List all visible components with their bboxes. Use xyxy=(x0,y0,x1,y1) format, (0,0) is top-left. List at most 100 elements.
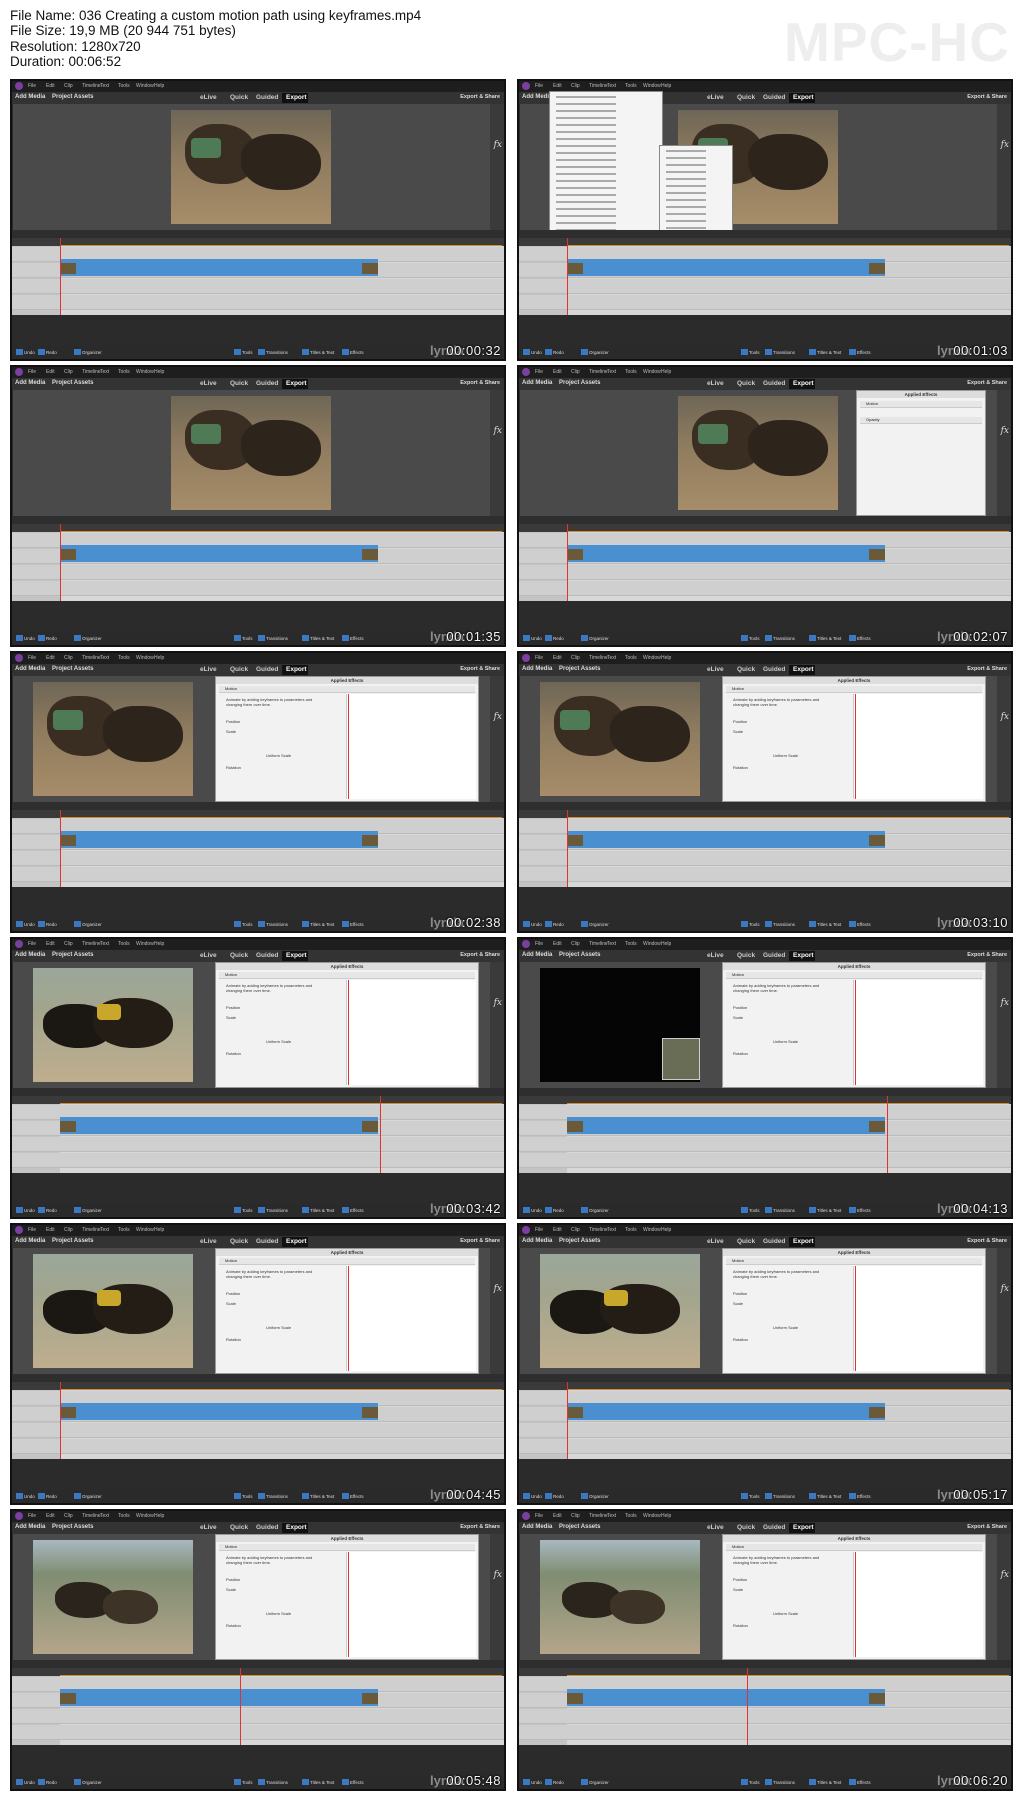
timeline-playhead[interactable] xyxy=(567,1382,568,1459)
video-clip[interactable] xyxy=(60,545,378,562)
status-redo[interactable]: Redo xyxy=(553,922,564,927)
timeline-controls[interactable] xyxy=(519,1374,1011,1382)
timeline-controls[interactable] xyxy=(12,1374,504,1382)
video-clip[interactable] xyxy=(60,259,378,276)
tab-elive[interactable]: eLive xyxy=(200,952,217,959)
status-effects[interactable]: Effects xyxy=(857,1208,871,1213)
fx-icon[interactable]: fx xyxy=(494,1570,502,1580)
menu-item[interactable]: Timeline xyxy=(589,369,608,375)
menu-item[interactable]: Edit xyxy=(553,655,562,661)
menu-item[interactable]: Window xyxy=(136,655,154,661)
status-tools[interactable]: Tools xyxy=(242,1780,253,1785)
status-effects[interactable]: Effects xyxy=(857,922,871,927)
menu-item[interactable]: Timeline xyxy=(82,1227,101,1233)
tab-elive[interactable]: eLive xyxy=(200,380,217,387)
tab-quick[interactable]: Quick xyxy=(230,952,248,959)
menu-item[interactable]: Text xyxy=(100,1227,109,1233)
menu-item[interactable]: Text xyxy=(100,1513,109,1519)
uniform-scale-checkbox[interactable]: Uniform Scale xyxy=(773,1325,798,1330)
fx-icon[interactable]: fx xyxy=(1001,998,1009,1008)
project-assets-button[interactable]: Project Assets xyxy=(52,94,93,100)
submenu-option[interactable] xyxy=(666,157,706,159)
uniform-scale-checkbox[interactable]: Uniform Scale xyxy=(773,1611,798,1616)
menu-option[interactable] xyxy=(556,103,616,105)
add-media-button[interactable]: Add Media xyxy=(522,952,552,958)
menu-option[interactable] xyxy=(556,201,616,203)
timeline-controls[interactable] xyxy=(519,1660,1011,1668)
add-media-button[interactable]: Add Media xyxy=(15,666,45,672)
menu-item[interactable]: File xyxy=(535,369,543,375)
status-organizer[interactable]: Organizer xyxy=(589,1208,609,1213)
menu-item[interactable]: Edit xyxy=(553,369,562,375)
menu-item[interactable]: Help xyxy=(154,83,164,89)
menu-item[interactable]: Clip xyxy=(64,1227,73,1233)
menu-option[interactable] xyxy=(556,124,616,126)
status-undo[interactable]: Undo xyxy=(24,636,35,641)
effect-motion[interactable]: Motion xyxy=(726,1258,982,1265)
menu-option[interactable] xyxy=(556,194,616,196)
status-organizer[interactable]: Organizer xyxy=(82,1780,102,1785)
status-tools[interactable]: Tools xyxy=(749,350,760,355)
status-titles-text[interactable]: Titles & Text xyxy=(817,350,841,355)
timeline-playhead[interactable] xyxy=(60,1382,61,1459)
menu-item[interactable]: Tools xyxy=(625,1227,637,1233)
fx-icon[interactable]: fx xyxy=(494,426,502,436)
menu-item[interactable]: Help xyxy=(154,1513,164,1519)
tab-quick[interactable]: Quick xyxy=(737,952,755,959)
status-tools[interactable]: Tools xyxy=(749,1494,760,1499)
menu-item[interactable]: Edit xyxy=(46,941,55,947)
menu-item[interactable]: Edit xyxy=(553,83,562,89)
add-media-button[interactable]: Add Media xyxy=(15,1524,45,1530)
fx-icon[interactable]: fx xyxy=(1001,1284,1009,1294)
submenu-option[interactable] xyxy=(666,150,706,152)
menu-item[interactable]: Timeline xyxy=(82,655,101,661)
tab-export[interactable]: Export xyxy=(286,380,307,387)
menu-item[interactable]: Text xyxy=(607,1513,616,1519)
menu-item[interactable]: Clip xyxy=(571,655,580,661)
menu-option[interactable] xyxy=(556,208,616,210)
fx-icon[interactable]: fx xyxy=(1001,426,1009,436)
project-assets-button[interactable]: Project Assets xyxy=(52,1238,93,1244)
status-effects[interactable]: Effects xyxy=(350,1208,364,1213)
status-undo[interactable]: Undo xyxy=(24,1208,35,1213)
status-transitions[interactable]: Transitions xyxy=(266,350,288,355)
status-undo[interactable]: Undo xyxy=(531,922,542,927)
timeline-playhead[interactable] xyxy=(747,1668,748,1745)
menu-item[interactable]: Timeline xyxy=(589,655,608,661)
status-titles-text[interactable]: Titles & Text xyxy=(817,1494,841,1499)
tab-guided[interactable]: Guided xyxy=(256,1524,278,1531)
export-share-button[interactable]: Export & Share xyxy=(460,94,500,100)
video-clip[interactable] xyxy=(567,1689,885,1706)
timeline-playhead[interactable] xyxy=(380,1096,381,1173)
menu-item[interactable]: Edit xyxy=(46,655,55,661)
timeline-playhead[interactable] xyxy=(60,238,61,315)
status-effects[interactable]: Effects xyxy=(350,1494,364,1499)
status-titles-text[interactable]: Titles & Text xyxy=(310,1208,334,1213)
uniform-scale-checkbox[interactable]: Uniform Scale xyxy=(266,1611,291,1616)
project-assets-button[interactable]: Project Assets xyxy=(52,666,93,672)
status-undo[interactable]: Undo xyxy=(24,922,35,927)
timeline-controls[interactable] xyxy=(12,802,504,810)
video-clip[interactable] xyxy=(60,831,378,848)
add-media-button[interactable]: Add Media xyxy=(522,380,552,386)
menu-option[interactable] xyxy=(556,180,616,182)
status-titles-text[interactable]: Titles & Text xyxy=(310,922,334,927)
status-redo[interactable]: Redo xyxy=(46,636,57,641)
status-transitions[interactable]: Transitions xyxy=(266,1780,288,1785)
menu-item[interactable]: Tools xyxy=(118,655,130,661)
export-share-button[interactable]: Export & Share xyxy=(967,1524,1007,1530)
menu-item[interactable]: Clip xyxy=(571,1227,580,1233)
timeline-controls[interactable] xyxy=(12,516,504,524)
menu-item[interactable]: Clip xyxy=(571,83,580,89)
status-tools[interactable]: Tools xyxy=(749,1780,760,1785)
menu-option[interactable] xyxy=(556,145,616,147)
menu-item[interactable]: Timeline xyxy=(589,83,608,89)
tab-export[interactable]: Export xyxy=(793,666,814,673)
menu-item[interactable]: File xyxy=(535,1513,543,1519)
status-organizer[interactable]: Organizer xyxy=(589,1780,609,1785)
menu-item[interactable]: Window xyxy=(136,1513,154,1519)
status-tools[interactable]: Tools xyxy=(242,1494,253,1499)
submenu-option[interactable] xyxy=(666,178,706,180)
status-effects[interactable]: Effects xyxy=(857,636,871,641)
add-media-button[interactable]: Add Media xyxy=(15,952,45,958)
